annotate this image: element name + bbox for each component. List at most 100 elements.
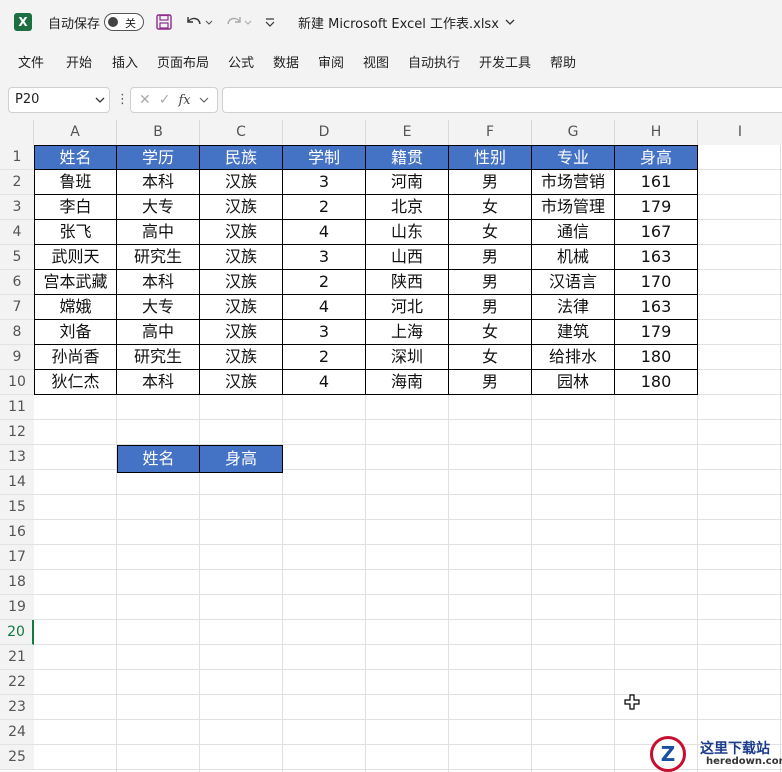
undo-button[interactable] [184, 0, 214, 44]
row-header-12[interactable]: 12 [0, 420, 34, 445]
table-header-cell[interactable]: 民族 [200, 145, 283, 170]
table-cell[interactable]: 2 [283, 270, 366, 295]
row-header-20[interactable]: 20 [0, 620, 34, 645]
table-cell[interactable]: 法律 [532, 295, 615, 320]
table-cell[interactable]: 河北 [366, 295, 449, 320]
table-cell[interactable]: 汉族 [200, 170, 283, 195]
table-header-cell[interactable]: 学制 [283, 145, 366, 170]
table-cell[interactable]: 180 [615, 345, 698, 370]
tab-formulas[interactable]: 公式 [228, 52, 254, 71]
table-cell[interactable]: 给排水 [532, 345, 615, 370]
table-cell[interactable]: 山西 [366, 245, 449, 270]
column-header-d[interactable]: D [283, 120, 366, 145]
table-cell[interactable]: 宫本武藏 [34, 270, 117, 295]
tab-developer[interactable]: 开发工具 [479, 52, 531, 71]
column-header-c[interactable]: C [200, 120, 283, 145]
select-all-corner[interactable] [0, 120, 34, 145]
table-cell[interactable]: 陕西 [366, 270, 449, 295]
table-cell[interactable]: 本科 [117, 370, 200, 395]
enter-icon[interactable]: ✓ [159, 92, 171, 108]
table-cell[interactable]: 4 [283, 295, 366, 320]
table-header-cell[interactable]: 姓名 [34, 145, 117, 170]
table-cell[interactable]: 163 [615, 245, 698, 270]
tab-automate[interactable]: 自动执行 [408, 52, 460, 71]
tab-review[interactable]: 审阅 [318, 52, 344, 71]
table-cell[interactable]: 女 [449, 345, 532, 370]
row-header-18[interactable]: 18 [0, 570, 34, 595]
table-cell[interactable]: 大专 [117, 295, 200, 320]
table-cell[interactable]: 建筑 [532, 320, 615, 345]
table-cell[interactable]: 本科 [117, 170, 200, 195]
table-cell[interactable]: 179 [615, 195, 698, 220]
table-cell[interactable]: 4 [283, 370, 366, 395]
column-header-g[interactable]: G [532, 120, 615, 145]
worksheet-grid[interactable]: A B C D E F G H I 1 2 3 4 5 6 7 8 9 10 11 12 13 14 15 1… [0, 120, 782, 772]
insert-function-button[interactable]: fx [178, 93, 190, 108]
row-header-15[interactable]: 15 [0, 495, 34, 520]
table-cell[interactable]: 武则天 [34, 245, 117, 270]
column-header-h[interactable]: H [615, 120, 698, 145]
table-cell[interactable]: 男 [449, 295, 532, 320]
table-cell[interactable]: 2 [283, 345, 366, 370]
row-header-17[interactable]: 17 [0, 545, 34, 570]
table-cell[interactable]: 北京 [366, 195, 449, 220]
table-cell[interactable]: 汉族 [200, 345, 283, 370]
row-header-22[interactable]: 22 [0, 670, 34, 695]
table-cell[interactable]: 刘备 [34, 320, 117, 345]
redo-button[interactable] [224, 0, 254, 44]
row-header-9[interactable]: 9 [0, 345, 34, 370]
table-cell[interactable]: 海南 [366, 370, 449, 395]
tab-page-layout[interactable]: 页面布局 [157, 52, 209, 71]
table-cell[interactable]: 汉族 [200, 320, 283, 345]
table-cell[interactable]: 汉族 [200, 195, 283, 220]
table-cell[interactable]: 汉族 [200, 295, 283, 320]
table-cell[interactable]: 180 [615, 370, 698, 395]
tab-view[interactable]: 视图 [363, 52, 389, 71]
row-header-5[interactable]: 5 [0, 245, 34, 270]
table-header-cell[interactable]: 学历 [117, 145, 200, 170]
table-cell[interactable]: 170 [615, 270, 698, 295]
row-header-11[interactable]: 11 [0, 395, 34, 420]
table-header-cell[interactable]: 性别 [449, 145, 532, 170]
table-cell[interactable]: 179 [615, 320, 698, 345]
table-cell[interactable]: 市场营销 [532, 170, 615, 195]
row-header-13[interactable]: 13 [0, 445, 34, 470]
table-cell[interactable]: 上海 [366, 320, 449, 345]
row-header-19[interactable]: 19 [0, 595, 34, 620]
table-header-cell[interactable]: 专业 [532, 145, 615, 170]
table-cell[interactable]: 深圳 [366, 345, 449, 370]
row-header-2[interactable]: 2 [0, 170, 34, 195]
table-cell[interactable]: 市场管理 [532, 195, 615, 220]
table-cell[interactable]: 狄仁杰 [34, 370, 117, 395]
column-header-e[interactable]: E [366, 120, 449, 145]
table-cell[interactable]: 高中 [117, 320, 200, 345]
name-box-dropdown-icon[interactable] [94, 97, 106, 105]
table-cell[interactable]: 女 [449, 320, 532, 345]
table-cell[interactable]: 研究生 [117, 345, 200, 370]
table-cell[interactable]: 汉族 [200, 370, 283, 395]
table-header-cell[interactable]: 籍贯 [366, 145, 449, 170]
table-cell[interactable]: 女 [449, 195, 532, 220]
tab-data[interactable]: 数据 [273, 52, 299, 71]
autosave-toggle[interactable]: 关 [104, 0, 144, 44]
column-header-f[interactable]: F [449, 120, 532, 145]
row-header-23[interactable]: 23 [0, 695, 34, 720]
row-header-8[interactable]: 8 [0, 320, 34, 345]
table-cell[interactable]: 男 [449, 245, 532, 270]
table-cell[interactable]: 李白 [34, 195, 117, 220]
lookup-header-cell[interactable]: 姓名 [117, 445, 200, 473]
table-cell[interactable]: 汉语言 [532, 270, 615, 295]
table-cell[interactable]: 男 [449, 170, 532, 195]
table-cell[interactable]: 3 [283, 320, 366, 345]
table-cell[interactable]: 3 [283, 245, 366, 270]
row-header-16[interactable]: 16 [0, 520, 34, 545]
table-cell[interactable]: 高中 [117, 220, 200, 245]
table-cell[interactable]: 2 [283, 195, 366, 220]
row-header-10[interactable]: 10 [0, 370, 34, 395]
table-cell[interactable]: 汉族 [200, 245, 283, 270]
row-header-3[interactable]: 3 [0, 195, 34, 220]
table-cell[interactable]: 机械 [532, 245, 615, 270]
row-header-7[interactable]: 7 [0, 295, 34, 320]
tab-help[interactable]: 帮助 [550, 52, 576, 71]
save-button[interactable] [156, 0, 172, 44]
